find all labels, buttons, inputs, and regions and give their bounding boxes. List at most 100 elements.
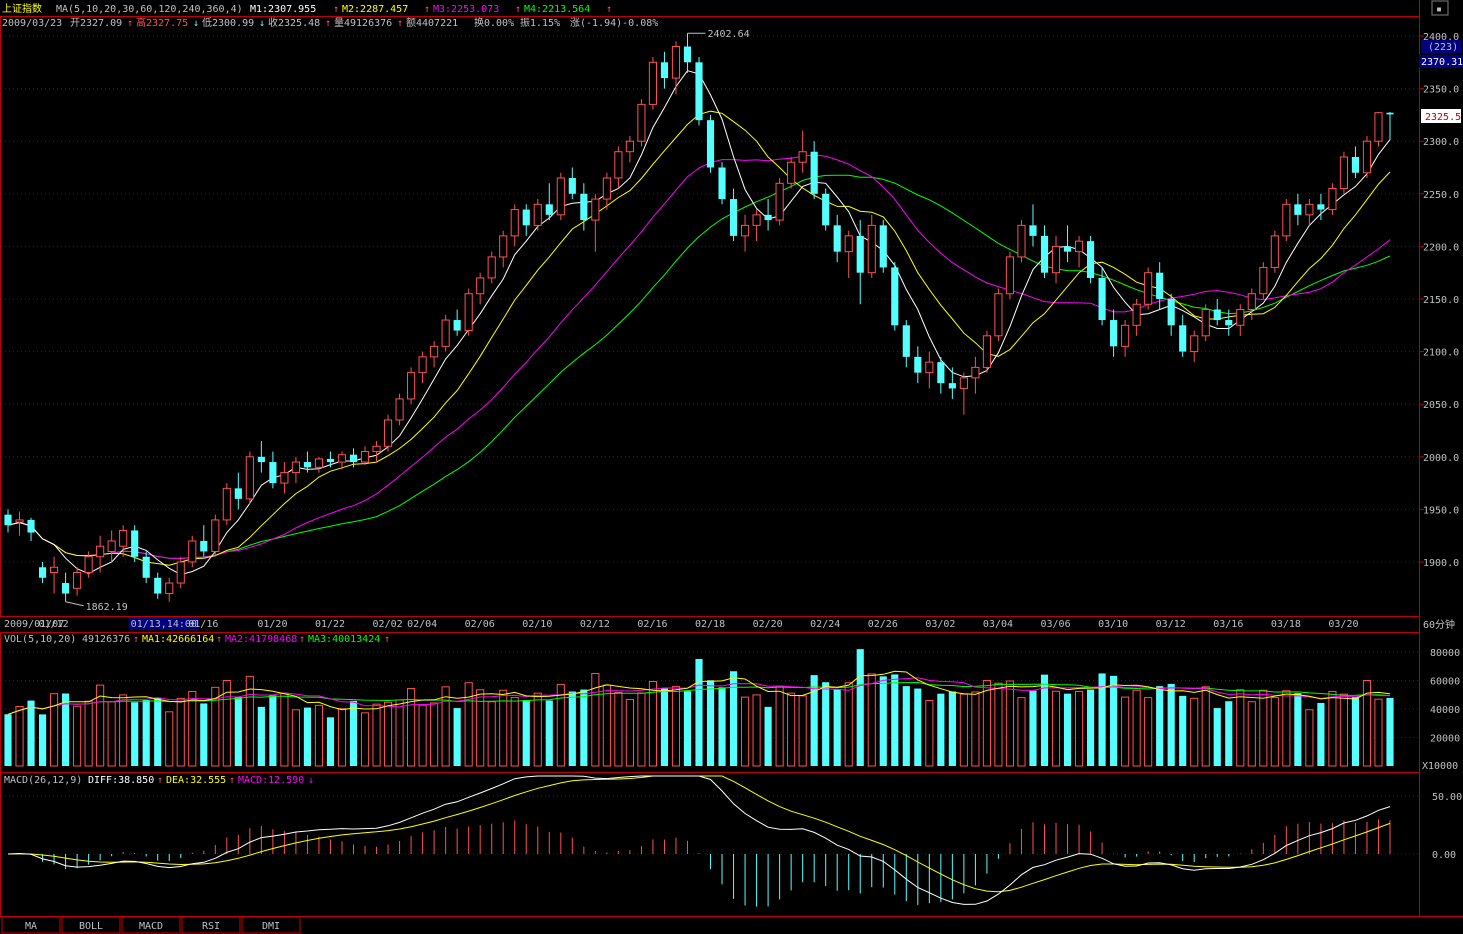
candle-body [487,256,496,279]
vol-unit: X10000 [1422,761,1458,772]
open-arrow: ↑ [127,18,133,29]
candle [1201,304,1210,342]
candle-body [337,454,347,463]
quote-high: 高2327.75 [136,16,188,29]
candle-body [188,540,197,563]
quote-close: 收2325.48 [268,16,320,29]
candle [96,535,105,573]
vol-bar [568,691,576,766]
candle-body [234,488,242,499]
vol-bar [1144,697,1153,767]
vol-bar [188,690,197,767]
vol-bar [1167,683,1175,766]
vol-ma3: MA3:40013424 [308,634,380,645]
candle-body [453,320,461,331]
candle-body [810,151,818,194]
scroll-up-button[interactable]: ▪ [1431,0,1449,16]
candle [27,517,35,541]
candle-body [1294,204,1302,215]
vol-bar [1132,689,1141,767]
vol-bar [1317,702,1325,766]
candle [314,456,324,473]
tab-macd[interactable]: MACD [121,916,181,934]
date-label: 02/04 [407,619,437,630]
vol-bar [580,689,588,766]
candle-body [407,372,416,400]
candle-body [49,566,59,574]
vol-bar [867,673,876,767]
vol-bar [602,684,611,767]
last-price-badge: 2325.5 [1421,109,1461,123]
candle-body [556,177,565,216]
candle [1213,299,1221,326]
indicator-tabs[interactable]: MA BOLL MACD RSI DMI [1,916,301,934]
tab-rsi[interactable]: RSI [181,916,241,934]
quote-line: 2009/03/23 开2327.09 ↑ 高2327.75 ↓ 低2300.9… [2,16,658,29]
quote-turnover: 换0.00% [474,16,514,29]
candle-body [740,224,750,237]
m4-arrow: ↑ [606,4,612,15]
date-label: 02/16 [637,619,667,630]
candle-body [660,62,669,79]
candle [407,367,416,405]
high-label: 2402.64 [707,29,749,40]
candle [867,214,876,278]
candle-body [1351,156,1360,173]
tab-boll[interactable]: BOLL [61,916,121,934]
candle-body [395,398,404,421]
date-label: 03/04 [983,619,1013,630]
candle [1110,309,1118,357]
quote-volume: 量49126376 [334,17,392,29]
candle [798,130,807,173]
candle [234,472,242,510]
candle-body [1017,224,1026,258]
candle-body [775,182,784,221]
candle-body [637,103,646,142]
candle [1005,251,1015,299]
macd-header: MACD(26,12,9) DIFF:38.850 ↑ DEA:32.555 ↑… [4,775,314,786]
tab-ma[interactable]: MA [1,916,61,934]
vol-bar [891,674,899,766]
vol-params: VOL(5,10,20) [4,634,76,645]
candle-body [1259,266,1268,295]
annotations: 2402.64 1862.19 [65,29,750,613]
vol-bar [280,692,289,767]
vol-bar [1121,696,1130,767]
candle [729,188,738,242]
vol-bar [729,671,738,766]
candle-body [752,214,761,226]
vol-bar [453,708,461,766]
candle-body [833,225,841,252]
candle [1179,314,1187,357]
candle [671,41,681,94]
date-label: 02/24 [810,619,840,630]
vol-bar [740,696,750,767]
stock-chart[interactable]: 上证指数 MA(5,10,20,30,60,120,240,360,4) M1:… [0,0,1463,934]
candle-body [510,209,519,237]
dea-arrow: ↑ [229,775,235,786]
candle-body [671,46,681,79]
candle [165,577,174,602]
low-label: 1862.19 [86,602,128,613]
ma-m1: M1:2307.955 [250,4,316,15]
candle [914,346,922,384]
vol-bar [775,685,784,767]
tab-dmi[interactable]: DMI [241,916,301,934]
candle [1029,204,1037,247]
vol-bar [1190,697,1199,767]
candle-body [1339,156,1349,190]
vol-bar [487,701,496,767]
candle [1156,262,1164,310]
candle [1339,151,1349,194]
candle-body [1282,203,1291,237]
date-label: 02/26 [868,619,898,630]
date-label: 03/12 [1156,619,1186,630]
quote-amount: 额4407221 [406,16,458,29]
candle-body [982,335,991,368]
vol-bar [971,691,980,767]
candle [1040,225,1049,278]
candle [245,451,254,505]
candle-body [257,456,265,463]
candle [464,288,473,336]
candle [545,183,553,221]
